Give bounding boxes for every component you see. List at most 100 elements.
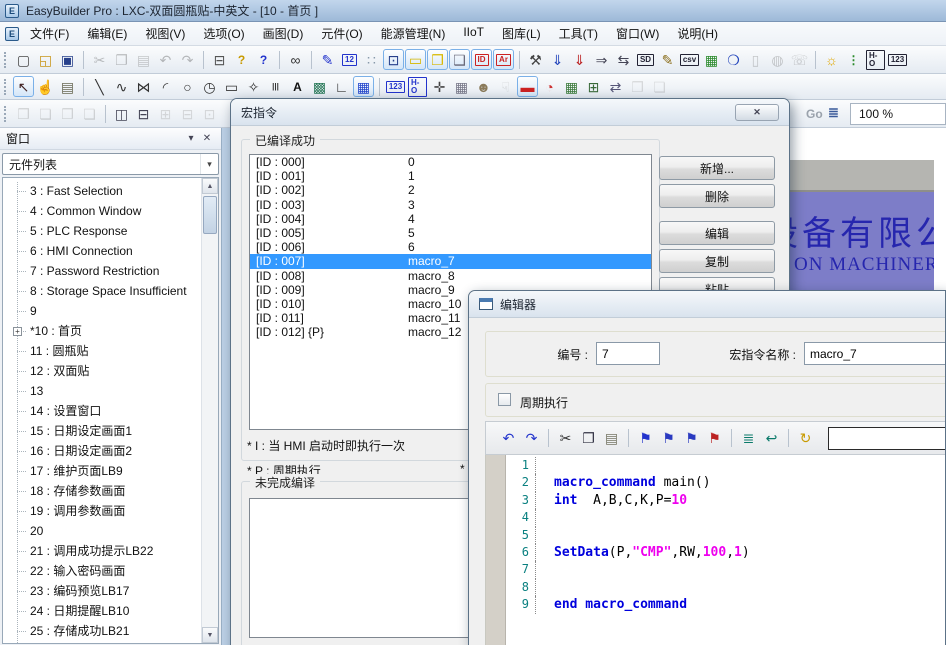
tree-item[interactable]: 20 [3, 521, 201, 541]
context-help-icon[interactable]: ? [253, 49, 274, 70]
zoom-level-combo[interactable]: 100 % [850, 103, 946, 125]
code-line[interactable]: 1 [506, 457, 945, 474]
arc-icon[interactable]: ◜ [155, 76, 176, 97]
code-line[interactable]: 3int A,B,C,K,P=10 [506, 492, 945, 509]
pie-icon[interactable]: ◷ [199, 76, 220, 97]
download-stop-icon[interactable]: ⇓ [569, 49, 590, 70]
edit-data-icon[interactable]: ✎ [657, 49, 678, 70]
stack-front-icon[interactable]: ❒ [57, 103, 78, 124]
align-right-icon[interactable]: ⊡ [199, 103, 220, 124]
scale-icon[interactable]: ||| [265, 76, 286, 97]
tree-item[interactable]: 24 : 日期提醒LB10 [3, 601, 201, 621]
align-middle-icon[interactable]: ⊟ [177, 103, 198, 124]
phone-icon[interactable]: ☏ [789, 49, 810, 70]
window-snap-icon[interactable]: ⊡ [383, 49, 404, 70]
tree-item[interactable]: 8 : Storage Space Insufficient [3, 281, 201, 301]
select-cursor-icon[interactable]: ↖ [13, 76, 34, 97]
tree-item[interactable]: 7 : Password Restriction [3, 261, 201, 281]
save-icon[interactable]: ▣ [57, 49, 78, 70]
layered-window-icon[interactable]: ❒ [427, 49, 448, 70]
tree-item[interactable]: 22 : 输入密码画面 [3, 561, 201, 581]
datetime-icon[interactable]: 12 [339, 49, 360, 70]
id-display-icon[interactable]: ID [471, 49, 492, 70]
copy-button[interactable]: 复制 [659, 249, 775, 273]
outdent-icon[interactable]: ↩ [761, 428, 782, 449]
disk-icon[interactable]: ◍ [767, 49, 788, 70]
tree-item[interactable]: 13 [3, 381, 201, 401]
menu-item[interactable]: 能源管理(N) [372, 22, 455, 45]
panel-menu-icon[interactable]: ▾ [183, 133, 199, 144]
space-vertical-icon[interactable]: ⊟ [133, 103, 154, 124]
menu-item[interactable]: 文件(F) [21, 22, 78, 45]
line-icon[interactable]: ╲ [89, 76, 110, 97]
rotary-switch-icon[interactable]: ◔ [539, 76, 560, 97]
tree-item[interactable]: 16 : 日期设定画面2 [3, 441, 201, 461]
cut-icon[interactable]: ✂ [555, 428, 576, 449]
tree-item[interactable]: 14 : 设置窗口 [3, 401, 201, 421]
undo-icon[interactable]: ↶ [155, 49, 176, 70]
menu-item[interactable]: 说明(H) [668, 22, 727, 45]
address-display-icon[interactable]: Ar [493, 49, 514, 70]
usb-icon[interactable]: ▯ [745, 49, 766, 70]
macro-list-row[interactable]: [ID : 001]1 [250, 169, 651, 183]
menu-item[interactable]: 窗口(W) [607, 22, 668, 45]
menu-item[interactable]: 图库(L) [493, 22, 550, 45]
menu-item[interactable]: 元件(O) [312, 22, 371, 45]
macro-list-row[interactable]: [ID : 007]macro_7 [250, 254, 651, 268]
paste-icon[interactable]: ▤ [133, 49, 154, 70]
circle-icon[interactable]: ○ [177, 76, 198, 97]
open-folder-icon[interactable]: ◱ [35, 49, 56, 70]
tree-item[interactable]: 5 : PLC Response [3, 221, 201, 241]
text-icon[interactable]: A [287, 76, 308, 97]
move-object-icon[interactable]: ✛ [429, 76, 450, 97]
macro-list-row[interactable]: [ID : 004]4 [250, 212, 651, 226]
redo-icon[interactable]: ↷ [521, 428, 542, 449]
new-button[interactable]: 新增... [659, 156, 775, 180]
bookmark-prev-icon[interactable]: ⚑ [681, 428, 702, 449]
polyline-icon[interactable]: ∿ [111, 76, 132, 97]
menu-item[interactable]: 选项(O) [194, 22, 253, 45]
object-list-combo[interactable]: 元件列表 ▾ [2, 153, 219, 175]
new-icon[interactable]: ▢ [13, 49, 34, 70]
code-line[interactable]: 2macro_command main() [506, 474, 945, 491]
scheduler-icon[interactable]: ⊞ [583, 76, 604, 97]
panel-header[interactable]: 窗口 ▾ ✕ [0, 128, 221, 150]
tree-item[interactable]: 9 [3, 301, 201, 321]
touch-icon[interactable]: ☟ [495, 76, 516, 97]
macro-list-row[interactable]: [ID : 005]5 [250, 226, 651, 240]
toolbar-grip[interactable] [4, 106, 9, 122]
backup-icon[interactable]: ❒ [627, 76, 648, 97]
csv-icon[interactable]: csv [679, 49, 700, 70]
hmi-canvas[interactable] [790, 128, 946, 160]
code-line[interactable]: 5 [506, 527, 945, 544]
code-editor[interactable]: 12macro_command main()3int A,B,C,K,P=104… [485, 455, 945, 645]
tree-item[interactable]: 23 : 编码预览LB17 [3, 581, 201, 601]
scroll-thumb[interactable] [203, 196, 217, 234]
macro-list-row[interactable]: [ID : 003]3 [250, 198, 651, 212]
macro-dialog-titlebar[interactable]: 宏指令 [231, 99, 789, 126]
number-state-icon[interactable]: 123 [887, 49, 908, 70]
stack-back-icon[interactable]: ❏ [79, 103, 100, 124]
print-icon[interactable]: ⊟ [209, 49, 230, 70]
toolbar-grip[interactable] [4, 52, 9, 68]
sd-card-icon[interactable]: SD [635, 49, 656, 70]
tree-item[interactable]: 6 : HMI Connection [3, 241, 201, 261]
polygon-icon[interactable]: ✧ [243, 76, 264, 97]
code-line[interactable]: 8 [506, 579, 945, 596]
delete-button[interactable]: 删除 [659, 184, 775, 208]
tree-item[interactable]: 15 : 日期设定画面1 [3, 421, 201, 441]
scroll-down-icon[interactable]: ▼ [202, 627, 218, 643]
scroll-up-icon[interactable]: ▲ [202, 178, 218, 194]
menu-item[interactable]: 工具(T) [550, 22, 607, 45]
close-icon[interactable]: ✕ [735, 104, 779, 121]
indent-icon[interactable]: ≣ [738, 428, 759, 449]
tree-item[interactable]: 25 : 存储成功LB21 [3, 621, 201, 641]
tree-item[interactable]: 11 : 圆瓶贴 [3, 341, 201, 361]
table-icon[interactable]: ▦ [701, 49, 722, 70]
find-window-icon[interactable]: ∞ [285, 49, 306, 70]
undo-icon[interactable]: ↶ [498, 428, 519, 449]
expand-plus-icon[interactable]: + [13, 327, 22, 336]
bookmark-clear-icon[interactable]: ⚑ [704, 428, 725, 449]
table-object-icon[interactable]: ▦ [451, 76, 472, 97]
periodic-checkbox[interactable] [498, 393, 511, 406]
